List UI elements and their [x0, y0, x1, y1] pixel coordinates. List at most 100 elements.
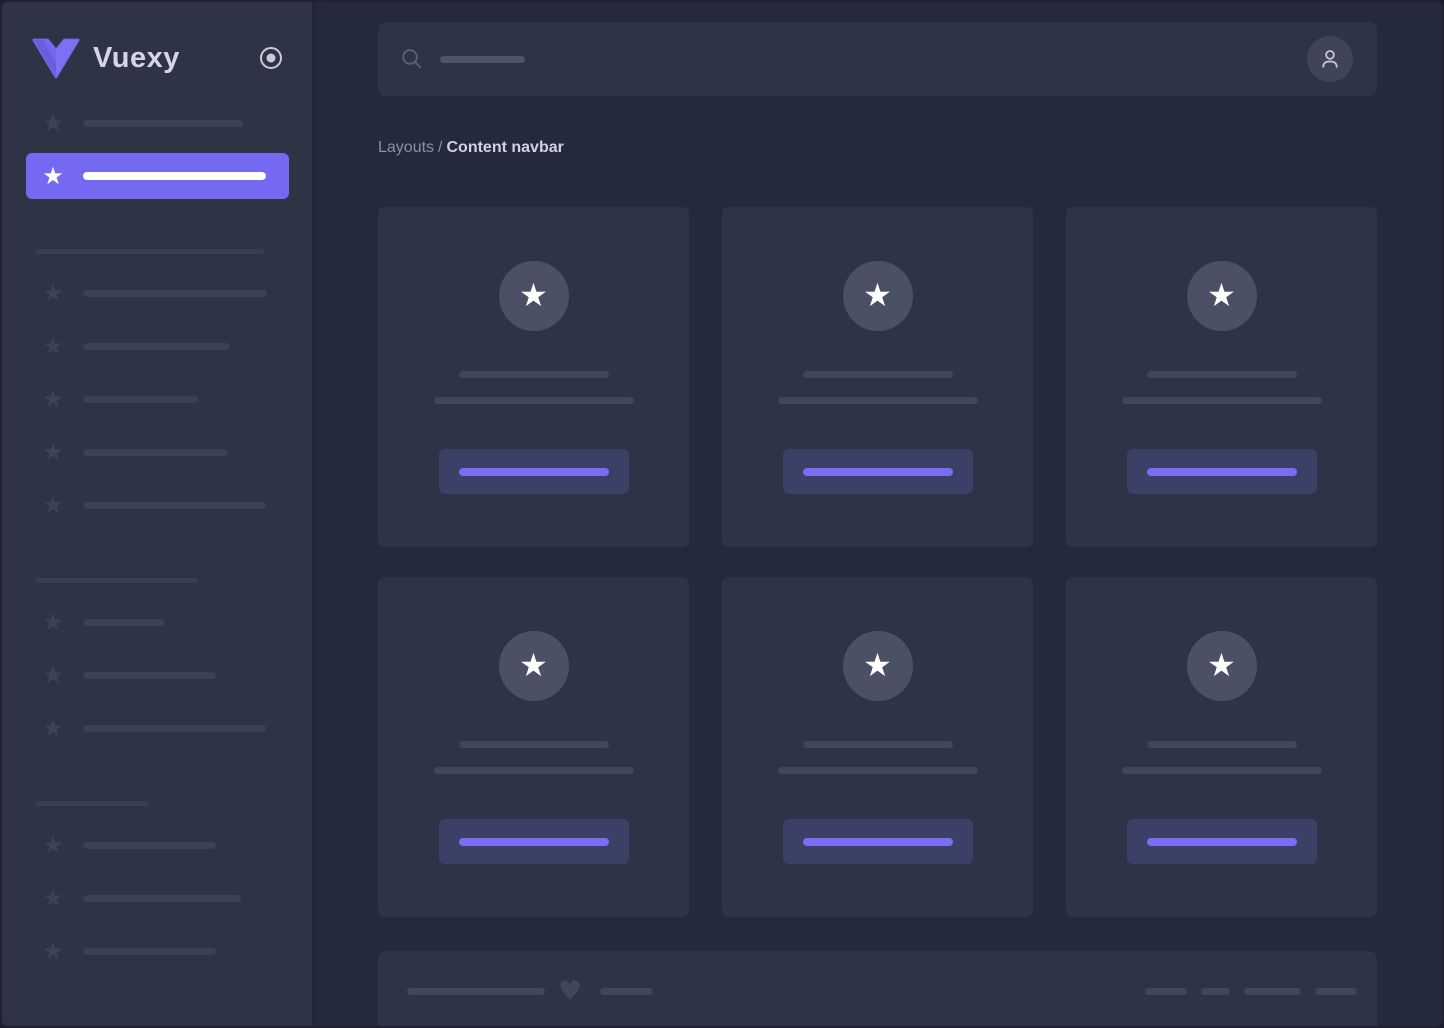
nav-item-label-skeleton	[83, 449, 228, 456]
card-subtitle-skeleton	[434, 397, 634, 404]
nav-item[interactable]: ★	[2, 652, 288, 698]
nav-section-title-skeleton	[35, 801, 148, 806]
card-subtitle-skeleton	[778, 767, 978, 774]
nav-item[interactable]: ★	[2, 928, 288, 974]
footer-link-skeleton	[1145, 988, 1187, 995]
card-avatar-circle: ★	[499, 631, 569, 701]
footer-links	[1145, 988, 1357, 995]
card-subtitle-skeleton	[1122, 397, 1322, 404]
card-subtitle-skeleton	[1122, 767, 1322, 774]
nav-item-label-skeleton	[83, 172, 266, 180]
star-icon: ★	[40, 833, 66, 857]
nav-item[interactable]: ★	[2, 270, 288, 316]
card-avatar-circle: ★	[843, 261, 913, 331]
card-title-skeleton	[1147, 371, 1297, 378]
star-icon: ★	[863, 279, 892, 314]
app-title: Vuexy	[93, 42, 180, 75]
nav-item-label-skeleton	[83, 895, 241, 902]
placeholder-card: ★	[378, 207, 689, 547]
card-title-skeleton	[803, 741, 953, 748]
nav-item-label-skeleton	[83, 343, 230, 350]
nav-item[interactable]: ★	[2, 482, 288, 528]
star-icon: ★	[40, 716, 66, 740]
star-icon: ★	[40, 939, 66, 963]
nav-item-label-skeleton	[83, 120, 243, 127]
button-label-skeleton	[1147, 838, 1297, 846]
user-avatar-button[interactable]	[1307, 36, 1353, 82]
star-icon: ★	[519, 279, 548, 314]
nav-item[interactable]: ★	[2, 875, 288, 921]
breadcrumb: Layouts/ Content navbar	[378, 138, 1377, 157]
footer-link-skeleton	[1201, 988, 1230, 995]
card-title-skeleton	[803, 371, 953, 378]
search-bar[interactable]	[378, 22, 1377, 96]
card-subtitle-skeleton	[778, 397, 978, 404]
nav-item[interactable]: ★	[2, 822, 288, 868]
star-icon: ★	[519, 649, 548, 684]
star-icon: ★	[40, 610, 66, 634]
nav-item[interactable]: ★	[2, 376, 288, 422]
nav-item-active[interactable]: ★	[26, 153, 289, 199]
nav-item[interactable]: ★	[2, 599, 288, 645]
card-avatar-circle: ★	[1187, 631, 1257, 701]
placeholder-card: ★	[722, 577, 1033, 917]
star-icon: ★	[1207, 279, 1236, 314]
cards-grid: ★ ★ ★	[378, 207, 1377, 917]
star-icon: ★	[40, 387, 66, 411]
footer-copyright-skeleton	[407, 988, 545, 995]
card-subtitle-skeleton	[434, 767, 634, 774]
nav-section-title-skeleton	[35, 578, 198, 583]
button-label-skeleton	[459, 838, 609, 846]
nav-item-label-skeleton	[83, 396, 198, 403]
footer: ♥	[378, 951, 1377, 1028]
breadcrumb-current: Content navbar	[447, 139, 564, 156]
card-action-button[interactable]	[439, 819, 629, 864]
card-action-button[interactable]	[1127, 819, 1317, 864]
vuexy-logo-icon	[32, 38, 80, 79]
sidebar-header: Vuexy	[2, 2, 312, 82]
card-action-button[interactable]	[783, 819, 973, 864]
sidebar: Vuexy ★ ★ ★ ★	[2, 2, 312, 1026]
nav-item-label-skeleton	[83, 672, 216, 679]
heart-icon: ♥	[558, 978, 582, 1005]
nav-item-label-skeleton	[83, 948, 216, 955]
card-action-button[interactable]	[1127, 449, 1317, 494]
card-action-button[interactable]	[783, 449, 973, 494]
card-title-skeleton	[459, 741, 609, 748]
nav-item[interactable]: ★	[2, 429, 288, 475]
sidebar-nav: ★ ★ ★ ★ ★ ★	[2, 82, 312, 974]
card-title-skeleton	[1147, 741, 1297, 748]
star-icon: ★	[40, 663, 66, 687]
button-label-skeleton	[803, 468, 953, 476]
main-content: Layouts/ Content navbar ★ ★	[312, 2, 1442, 1026]
star-icon: ★	[40, 493, 66, 517]
footer-link-skeleton	[1244, 988, 1301, 995]
button-label-skeleton	[459, 468, 609, 476]
card-action-button[interactable]	[439, 449, 629, 494]
search-placeholder-skeleton	[440, 56, 525, 63]
nav-item[interactable]: ★	[2, 100, 288, 146]
card-avatar-circle: ★	[499, 261, 569, 331]
star-icon: ★	[40, 281, 66, 305]
nav-item[interactable]: ★	[2, 705, 288, 751]
star-icon: ★	[1207, 649, 1236, 684]
button-label-skeleton	[803, 838, 953, 846]
breadcrumb-parent[interactable]: Layouts	[378, 139, 434, 156]
menu-pin-toggle-icon[interactable]	[258, 45, 284, 71]
card-avatar-circle: ★	[843, 631, 913, 701]
nav-item-label-skeleton	[83, 725, 266, 732]
breadcrumb-separator: /	[438, 139, 442, 156]
nav-item-label-skeleton	[83, 290, 267, 297]
nav-item-label-skeleton	[83, 619, 165, 626]
placeholder-card: ★	[722, 207, 1033, 547]
star-icon: ★	[40, 334, 66, 358]
placeholder-card: ★	[378, 577, 689, 917]
nav-section-title-skeleton	[35, 249, 265, 254]
star-icon: ★	[40, 886, 66, 910]
star-icon: ★	[40, 111, 66, 135]
nav-item[interactable]: ★	[2, 323, 288, 369]
star-icon: ★	[863, 649, 892, 684]
star-icon: ★	[40, 440, 66, 464]
nav-item-label-skeleton	[83, 502, 266, 509]
placeholder-card: ★	[1066, 577, 1377, 917]
